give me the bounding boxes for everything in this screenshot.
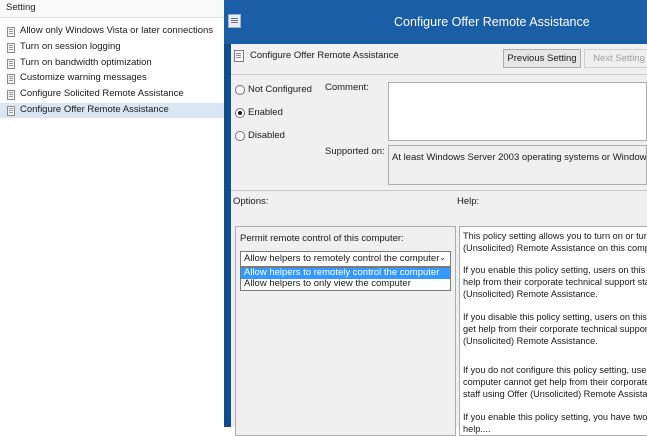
dialog-heading: Configure Offer Remote Assistance — [250, 50, 399, 61]
policy-item-label: Customize warning messages — [20, 72, 147, 83]
help-line: (Unsolicited) Remote Assistance. — [463, 336, 598, 346]
policy-setting-icon — [7, 90, 15, 100]
policy-item-label: Configure Offer Remote Assistance — [20, 104, 169, 115]
help-paragraph: If you enable this policy setting, you h… — [463, 411, 647, 435]
setting-column-header-label: Setting — [6, 2, 36, 13]
help-line: computer cannot get help from their corp… — [463, 377, 647, 387]
section-divider — [231, 190, 647, 191]
policy-item-label: Turn on session logging — [20, 41, 121, 52]
remote-control-select-value: Allow helpers to remotely control the co… — [244, 253, 440, 264]
dropdown-option-label: Allow helpers to remotely control the co… — [244, 267, 440, 278]
help-paragraph: If you enable this policy setting, users… — [463, 264, 647, 300]
setting-column-header[interactable]: Setting — [0, 0, 224, 18]
help-paragraph: This policy setting allows you to turn o… — [463, 230, 647, 254]
supported-on-value: At least Windows Server 2003 operating s… — [392, 152, 647, 163]
help-pane[interactable]: This policy setting allows you to turn o… — [459, 226, 647, 436]
options-label: Options: — [233, 196, 269, 207]
chevron-down-icon[interactable]: ⌄ — [439, 253, 446, 262]
policy-item-vista-connections[interactable]: Allow only Windows Vista or later connec… — [0, 24, 224, 39]
policy-list-pane: Setting Allow only Windows Vista or late… — [0, 0, 225, 427]
dropdown-option-label: Allow helpers to only view the computer — [244, 278, 411, 289]
policy-setting-icon — [7, 59, 15, 69]
help-line: get help from their corporate technical … — [463, 324, 647, 334]
policy-app-icon — [228, 14, 241, 28]
policy-setting-icon — [7, 106, 15, 116]
not-configured-label: Not Configured — [248, 84, 312, 95]
dialog-title: Configure Offer Remote Assistance — [394, 15, 590, 29]
remote-control-dropdown-list: Allow helpers to remotely control the co… — [240, 267, 451, 291]
enabled-radio[interactable] — [235, 108, 245, 118]
next-setting-button[interactable]: Next Setting — [584, 49, 647, 68]
help-paragraph: If you disable this policy setting, user… — [463, 311, 647, 347]
help-line: help.... — [463, 424, 491, 434]
policy-setting-icon — [7, 74, 15, 84]
policy-item-offer-assistance[interactable]: Configure Offer Remote Assistance — [0, 103, 224, 118]
options-pane: Permit remote control of this computer: … — [235, 226, 456, 436]
policy-setting-icon — [7, 43, 15, 53]
policy-item-session-logging[interactable]: Turn on session logging — [0, 40, 224, 55]
disabled-radio[interactable] — [235, 131, 245, 141]
policy-item-label: Allow only Windows Vista or later connec… — [20, 25, 214, 36]
enabled-label: Enabled — [248, 107, 283, 118]
help-line: help from their corporate technical supp… — [463, 277, 647, 287]
dialog-client-area: Configure Offer Remote Assistance Previo… — [231, 44, 647, 436]
help-line: If you disable this policy setting, user… — [463, 312, 647, 322]
help-label: Help: — [457, 196, 480, 207]
header-divider — [231, 74, 647, 75]
remote-control-select[interactable]: Allow helpers to remotely control the co… — [240, 251, 451, 267]
policy-setting-icon — [7, 27, 15, 37]
policy-item-solicited-assistance[interactable]: Configure Solicited Remote Assistance — [0, 87, 224, 102]
disabled-label: Disabled — [248, 130, 285, 141]
dropdown-option-view-only[interactable]: Allow helpers to only view the computer — [241, 278, 450, 290]
policy-item-bandwidth-optimization[interactable]: Turn on bandwidth optimization — [0, 56, 224, 71]
comment-label: Comment: — [325, 82, 369, 93]
supported-on-label: Supported on: — [325, 146, 385, 157]
policy-setting-icon — [234, 50, 244, 62]
policy-item-label: Turn on bandwidth optimization — [20, 57, 152, 68]
policy-item-warning-messages[interactable]: Customize warning messages — [0, 71, 224, 86]
help-line: (Unsolicited) Remote Assistance on this … — [463, 243, 647, 253]
help-line: If you enable this policy setting, you h… — [463, 412, 647, 422]
help-paragraph: If you do not configure this policy sett… — [463, 364, 647, 400]
help-line: staff using Offer (Unsolicited) Remote A… — [463, 389, 647, 399]
help-line: (Unsolicited) Remote Assistance. — [463, 289, 598, 299]
permit-remote-control-label: Permit remote control of this computer: — [240, 233, 404, 244]
supported-on-field: At least Windows Server 2003 operating s… — [388, 145, 647, 185]
help-line: If you enable this policy setting, users… — [463, 265, 647, 275]
previous-setting-button[interactable]: Previous Setting — [503, 49, 581, 68]
policy-item-label: Configure Solicited Remote Assistance — [20, 88, 184, 99]
help-line: If you do not configure this policy sett… — [463, 365, 647, 375]
help-line: This policy setting allows you to turn o… — [463, 231, 647, 241]
dialog-title-bar[interactable]: Configure Offer Remote Assistance — [224, 0, 647, 44]
policy-dialog: Configure Offer Remote Assistance Config… — [224, 0, 647, 436]
not-configured-radio[interactable] — [235, 85, 245, 95]
comment-textarea[interactable] — [388, 82, 647, 141]
